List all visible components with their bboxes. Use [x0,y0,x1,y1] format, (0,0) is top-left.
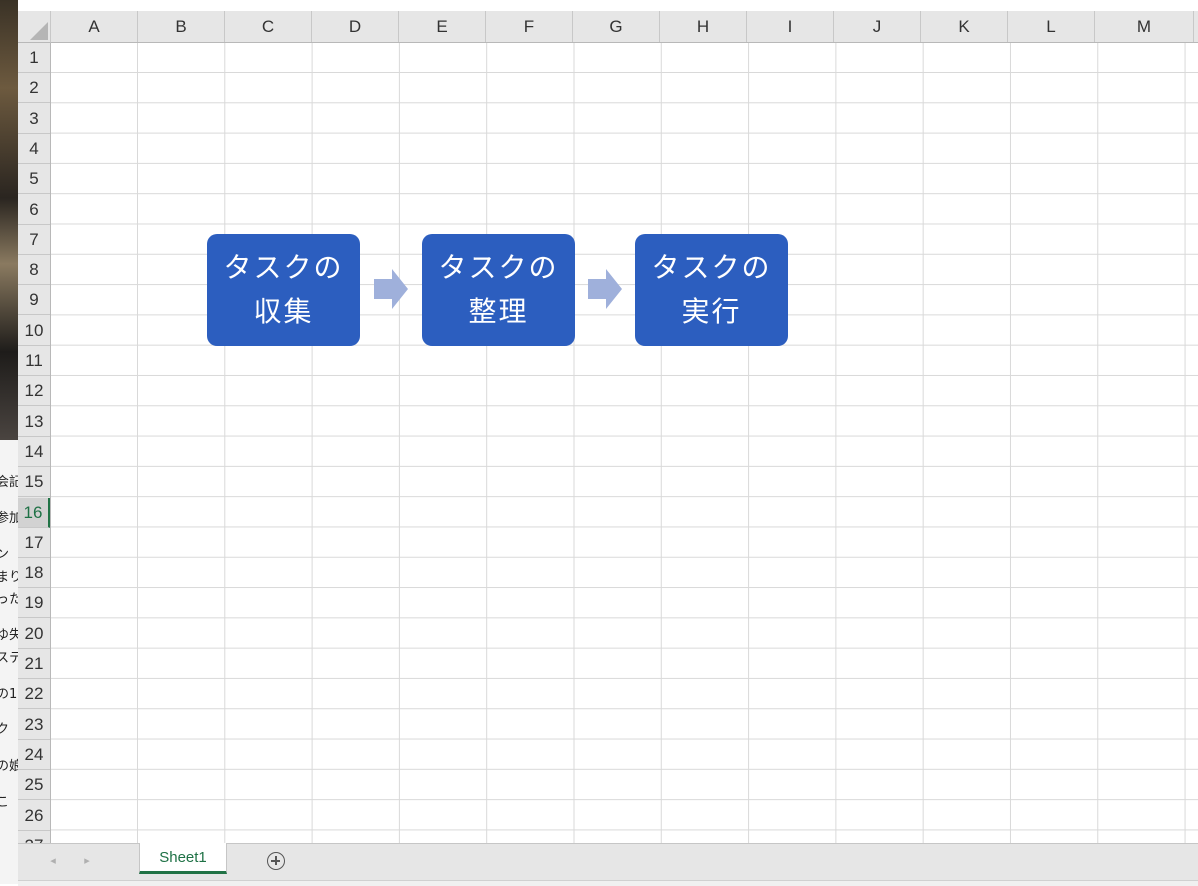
column-header-h[interactable]: H [660,11,747,42]
flow-step-collect[interactable]: タスクの 収集 [207,234,360,346]
row-header-18[interactable]: 18 [18,558,50,589]
flow-step-organize[interactable]: タスクの 整理 [422,234,575,346]
column-header-e[interactable]: E [399,11,486,42]
row-header-22[interactable]: 22 [18,679,50,710]
background-text: ク [0,722,10,737]
row-header-4[interactable]: 4 [18,134,50,164]
row-header-12[interactable]: 12 [18,376,50,407]
row-header-21[interactable]: 21 [18,649,50,679]
row-header-6[interactable]: 6 [18,195,50,225]
row-header-23[interactable]: 23 [18,710,50,740]
row-header-16[interactable]: 16 [18,497,50,528]
plus-circle-icon[interactable] [267,852,285,870]
background-text: った [0,592,18,607]
cell-grid[interactable] [51,43,1198,843]
column-header-i[interactable]: I [747,11,834,42]
row-header-13[interactable]: 13 [18,407,50,437]
flow-arrow-icon [588,269,622,309]
background-text: こ [0,795,10,810]
row-header-24[interactable]: 24 [18,740,50,770]
row-headers: 1 2 3 4 5 6 7 8 9 10 11 12 13 14 15 16 17 18 19 20 21 22 23 24 2… [18,43,51,843]
column-header-b[interactable]: B [138,11,225,42]
background-photo [0,0,18,440]
column-header-f[interactable]: F [486,11,573,42]
status-bar-edge [18,880,1198,886]
select-all-button[interactable] [18,11,51,43]
column-header-l[interactable]: L [1008,11,1095,42]
row-header-17[interactable]: 17 [18,528,50,558]
flow-step-execute[interactable]: タスクの 実行 [635,234,788,346]
row-header-5[interactable]: 5 [18,164,50,195]
row-header-11[interactable]: 11 [18,346,50,376]
background-text: ン [0,547,10,562]
select-all-triangle-icon [30,22,48,40]
row-header-20[interactable]: 20 [18,619,50,649]
column-header-a[interactable]: A [51,11,138,42]
prev-sheet-icon[interactable]: ◂ [46,854,60,867]
column-headers: ABCDEFGHIJKLM [51,11,1198,43]
column-header-c[interactable]: C [225,11,312,42]
row-header-26[interactable]: 26 [18,801,50,831]
row-header-19[interactable]: 19 [18,588,50,619]
row-header-25[interactable]: 25 [18,770,50,801]
process-flow[interactable]: タスクの 収集 タスクの 整理 タスクの 実行 [18,234,1198,346]
background-text: 会記 [0,475,18,490]
column-header-k[interactable]: K [921,11,1008,42]
column-header-g[interactable]: G [573,11,660,42]
flow-arrow-icon [374,269,408,309]
row-header-15[interactable]: 15 [18,467,50,498]
row-header-27[interactable]: 27 [18,831,50,843]
row-header-3[interactable]: 3 [18,104,50,134]
ribbon-edge [18,0,1198,11]
background-text: の娘 [0,759,18,774]
worksheet: ABCDEFGHIJKLM 1 2 3 4 5 6 7 8 9 10 11 12 13 14 15 16 17 1… [18,0,1198,843]
background-window-strip: 会記 参加 ン まり った ゆ失 ステ の1日 ク の娘 こ [0,0,18,884]
next-sheet-icon[interactable]: ▸ [80,854,94,867]
column-header-m[interactable]: M [1095,11,1194,42]
background-text: まり [0,570,18,585]
row-header-14[interactable]: 14 [18,437,50,467]
sheet-tab-bar: ◂ ▸ Sheet1 [18,843,1198,886]
background-text: 参加 [0,511,18,526]
background-text: ゆ失 [0,628,18,643]
row-header-1[interactable]: 1 [18,43,50,73]
row-header-2[interactable]: 2 [18,73,50,104]
sheet-tab-sheet1[interactable]: Sheet1 [139,843,227,874]
background-text: の1日 [0,687,18,702]
column-header-d[interactable]: D [312,11,399,42]
background-text: ステ [0,651,18,666]
column-header-j[interactable]: J [834,11,921,42]
